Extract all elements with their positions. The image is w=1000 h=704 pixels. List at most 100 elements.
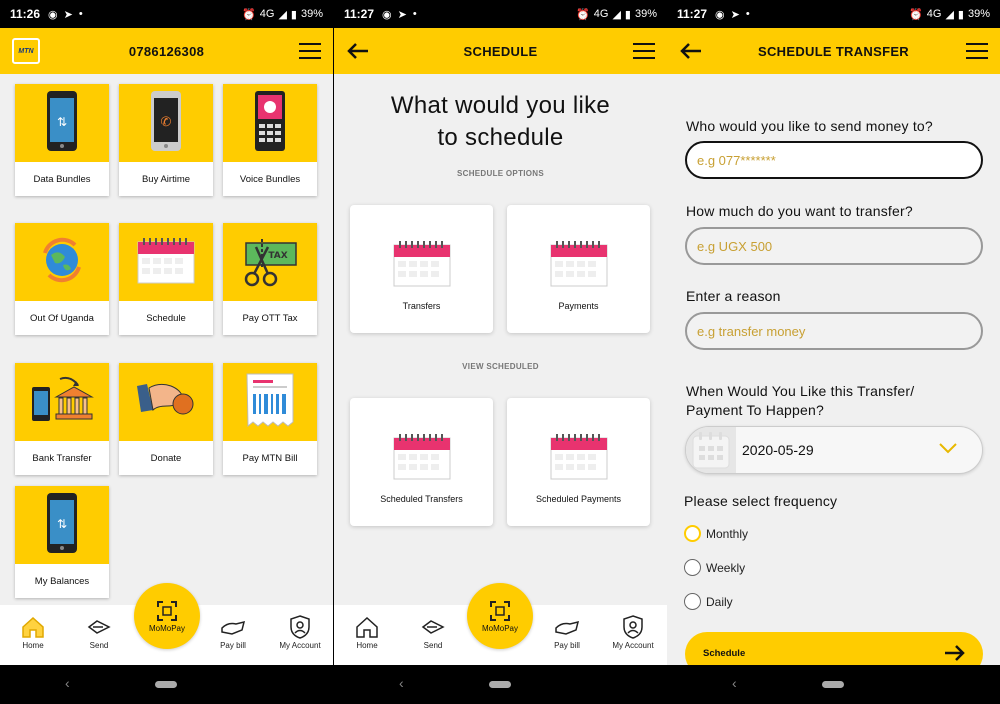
system-home-pill[interactable] xyxy=(489,681,511,688)
tile-label: Out Of Uganda xyxy=(30,312,94,324)
status-time: 11:27 xyxy=(677,7,708,21)
radio-label: Weekly xyxy=(706,560,746,575)
menu-icon[interactable] xyxy=(299,28,321,74)
app-bar: MTN 0786126308 xyxy=(0,28,333,74)
card-label: Scheduled Payments xyxy=(535,494,622,504)
when-question: When Would You Like this Transfer/ Payme… xyxy=(686,382,914,420)
tile-my-balances[interactable]: ⇅ My Balances xyxy=(15,486,109,598)
tile-label: Data Bundles xyxy=(33,173,91,185)
tile-out-of-uganda[interactable]: Out Of Uganda xyxy=(15,223,109,335)
signal-icon: ◢ xyxy=(278,8,287,21)
tile-buy-airtime[interactable]: ✆ Buy Airtime xyxy=(119,84,213,196)
schedule-options-label: SCHEDULE OPTIONS xyxy=(456,169,545,178)
qr-scan-icon xyxy=(156,600,178,624)
tile-schedule[interactable]: Schedule xyxy=(119,223,213,335)
system-back-icon[interactable]: ‹ xyxy=(732,675,737,691)
calendar-icon xyxy=(507,239,650,287)
tile-label: Pay MTN Bill xyxy=(242,452,298,464)
nav-my-account-label: My Account xyxy=(279,641,321,650)
nav-my-account[interactable]: My Account xyxy=(270,613,330,650)
when-question-line-2: Payment To Happen? xyxy=(686,402,824,418)
nav-momopay[interactable]: MoMoPay xyxy=(467,583,533,649)
send-icon xyxy=(403,613,463,641)
pay-bill-icon xyxy=(537,613,597,641)
system-back-icon[interactable]: ‹ xyxy=(65,675,70,691)
donate-hand-icon xyxy=(135,380,197,425)
selected-date: 2020-05-29 xyxy=(742,442,814,458)
calendar-icon xyxy=(507,432,650,480)
recipient-input[interactable]: e.g 077******* xyxy=(685,141,983,179)
date-picker[interactable]: 2020-05-29 xyxy=(685,426,983,474)
tile-label: Buy Airtime xyxy=(141,173,191,185)
alarm-icon: ⏰ xyxy=(576,8,590,21)
nav-pay-bill[interactable]: Pay bill xyxy=(537,613,597,650)
system-back-icon[interactable]: ‹ xyxy=(399,675,404,691)
tile-data-bundles[interactable]: ⇅ Data Bundles xyxy=(15,84,109,196)
tile-pay-mtn-bill[interactable]: Pay MTN Bill xyxy=(223,363,317,475)
phone-call-icon: ✆ xyxy=(150,90,182,157)
tile-pay-ott-tax[interactable]: TAX Pay OTT Tax xyxy=(223,223,317,335)
card-scheduled-transfers[interactable]: Scheduled Transfers xyxy=(350,398,493,526)
card-scheduled-payments[interactable]: Scheduled Payments xyxy=(507,398,650,526)
radio-button[interactable] xyxy=(684,593,701,610)
tile-voice-bundles[interactable]: Voice Bundles xyxy=(223,84,317,196)
radio-label: Monthly xyxy=(706,526,749,541)
system-home-pill[interactable] xyxy=(155,681,177,688)
back-arrow-icon[interactable] xyxy=(346,28,370,74)
frequency-option-weekly[interactable]: Weekly xyxy=(684,559,745,576)
svg-text:TAX: TAX xyxy=(268,251,287,261)
radio-button[interactable] xyxy=(684,525,701,542)
nav-send[interactable]: Send xyxy=(69,613,129,650)
nav-home[interactable]: Home xyxy=(3,613,63,650)
schedule-screen: 11:27 ◉ ➤ • ⏰ 4G ◢ ▮ 39% SCHEDULE What w… xyxy=(334,0,667,704)
send-icon xyxy=(69,613,129,641)
nav-home[interactable]: Home xyxy=(337,613,397,650)
account-shield-icon xyxy=(270,613,330,641)
nav-send[interactable]: Send xyxy=(403,613,463,650)
nav-pay-bill[interactable]: Pay bill xyxy=(203,613,263,650)
calendar-icon xyxy=(686,427,736,473)
tile-bank-transfer[interactable]: Bank Transfer xyxy=(15,363,109,475)
svg-text:⇅: ⇅ xyxy=(57,517,67,531)
battery-icon: ▮ xyxy=(624,8,631,21)
tile-label: My Balances xyxy=(34,575,90,587)
account-shield-icon xyxy=(603,613,663,641)
reason-input[interactable]: e.g transfer money xyxy=(685,312,983,350)
radio-button[interactable] xyxy=(684,559,701,576)
whatsapp-icon: ◉ xyxy=(48,8,58,21)
schedule-heading: What would you like to schedule xyxy=(334,90,667,154)
card-transfers[interactable]: Transfers xyxy=(350,205,493,333)
alarm-icon: ⏰ xyxy=(909,8,923,21)
menu-icon[interactable] xyxy=(633,28,655,74)
back-arrow-icon[interactable] xyxy=(679,28,703,74)
battery-percent: 39% xyxy=(300,8,323,20)
frequency-option-daily[interactable]: Daily xyxy=(684,593,733,610)
card-payments[interactable]: Payments xyxy=(507,205,650,333)
system-nav-bar: ‹ xyxy=(0,665,333,704)
when-question-line-1: When Would You Like this Transfer/ xyxy=(686,383,915,399)
battery-percent: 39% xyxy=(634,8,657,20)
amount-input[interactable]: e.g UGX 500 xyxy=(685,227,983,265)
dot-icon: • xyxy=(412,8,417,20)
schedule-transfer-screen: 11:27 ◉ ➤ • ⏰ 4G ◢ ▮ 39% SCHEDULE TRANSF… xyxy=(667,0,1000,704)
card-label: Payments xyxy=(558,301,599,311)
tile-donate[interactable]: Donate xyxy=(119,363,213,475)
nav-pay-bill-label: Pay bill xyxy=(220,641,246,650)
frequency-option-monthly[interactable]: Monthly xyxy=(684,525,748,542)
nav-my-account[interactable]: My Account xyxy=(603,613,663,650)
svg-text:✆: ✆ xyxy=(161,115,172,130)
menu-icon[interactable] xyxy=(966,28,988,74)
nav-send-label: Send xyxy=(423,641,443,650)
pay-bill-icon xyxy=(203,613,263,641)
home-icon xyxy=(337,613,397,641)
bottom-nav: Home Send MoMoPay Pay bill My Account xyxy=(0,583,333,665)
nav-momopay[interactable]: MoMoPay xyxy=(134,583,200,649)
network-label: 4G xyxy=(593,8,609,20)
bottom-nav: Home Send MoMoPay Pay bill My Account xyxy=(334,583,667,665)
whatsapp-icon: ◉ xyxy=(382,8,392,21)
signal-icon: ◢ xyxy=(612,8,621,21)
network-label: 4G xyxy=(259,8,275,20)
phone-number: 0786126308 xyxy=(128,43,205,59)
calendar-icon xyxy=(350,239,493,287)
system-home-pill[interactable] xyxy=(822,681,844,688)
